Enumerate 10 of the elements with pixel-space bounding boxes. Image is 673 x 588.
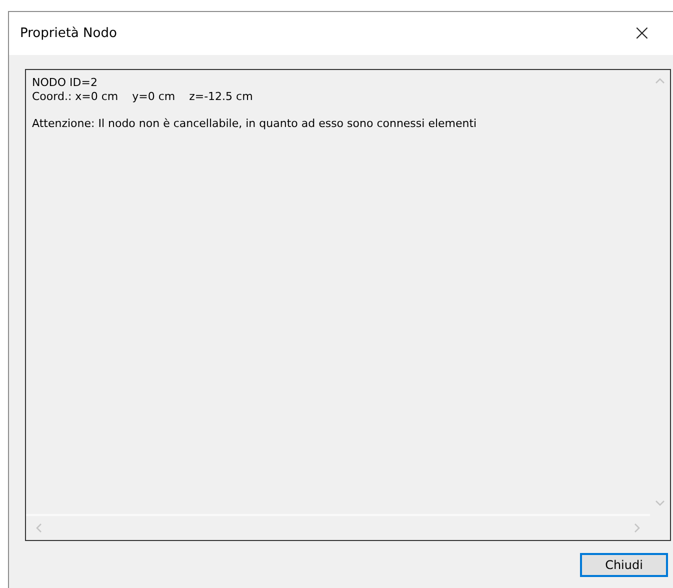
close-button[interactable]: × xyxy=(625,18,659,48)
text-line: Coord.: x=0 cm y=0 cm z=-12.5 cm xyxy=(32,90,254,104)
scroll-down-icon[interactable] xyxy=(655,498,665,508)
text-line: Attenzione: Il nodo non è cancellabile, in quanto ad esso sono connessi elementi xyxy=(32,117,478,131)
text-line: NODO ID=2 xyxy=(32,76,98,90)
scroll-left-icon[interactable] xyxy=(34,523,44,533)
scroll-up-icon[interactable] xyxy=(655,76,665,86)
scroll-right-icon[interactable] xyxy=(632,523,642,533)
close-button[interactable]: Chiudi xyxy=(580,553,668,577)
window-title: Proprietà Nodo xyxy=(20,26,117,41)
